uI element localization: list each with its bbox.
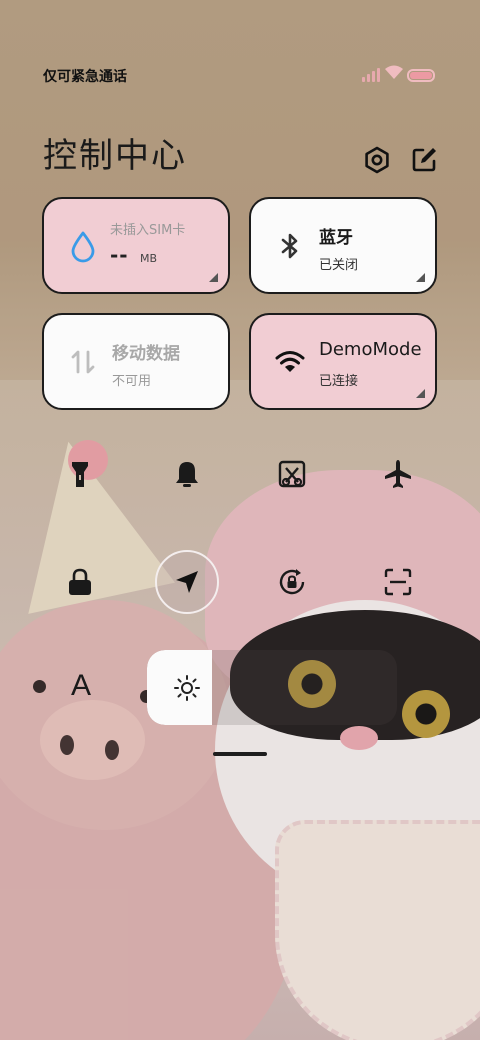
bluetooth-icon	[281, 233, 298, 259]
cellular-signal-icon	[362, 66, 380, 82]
flashlight-toggle[interactable]	[48, 442, 112, 506]
expand-corner-icon	[416, 273, 425, 282]
data-usage-tile[interactable]: 未插入SIM卡 -- MB	[42, 197, 230, 294]
data-usage-value: --	[110, 243, 129, 267]
lock-icon	[69, 568, 91, 595]
data-usage-unit: MB	[140, 252, 158, 265]
rotation-lock-toggle[interactable]	[260, 550, 324, 614]
scissors-icon	[278, 460, 306, 488]
settings-icon[interactable]	[362, 145, 392, 175]
auto-brightness-button[interactable]: A	[56, 656, 106, 716]
location-arrow-icon	[176, 571, 198, 593]
silent-toggle[interactable]	[155, 442, 219, 506]
bluetooth-tile[interactable]: 蓝牙 已关闭	[249, 197, 437, 294]
page-title: 控制中心	[43, 136, 187, 176]
lock-screen-toggle[interactable]	[48, 550, 112, 614]
flashlight-icon	[72, 462, 88, 487]
status-bar: 仅可紧急通话	[0, 0, 480, 110]
mobile-data-status: 不可用	[112, 374, 152, 389]
sun-icon	[174, 675, 200, 701]
scanner-toggle[interactable]	[366, 550, 430, 614]
expand-corner-icon	[209, 273, 218, 282]
bluetooth-status: 已关闭	[319, 258, 359, 273]
wifi-status-icon	[385, 65, 403, 79]
bell-icon	[176, 462, 198, 487]
battery-icon	[407, 69, 435, 82]
airplane-icon	[385, 460, 411, 488]
bluetooth-label: 蓝牙	[319, 228, 353, 248]
wifi-icon	[275, 351, 305, 372]
home-indicator[interactable]	[213, 752, 267, 756]
wifi-network-name: DemoMode	[319, 339, 422, 360]
expand-corner-icon	[416, 389, 425, 398]
wifi-tile[interactable]: DemoMode 已连接	[249, 313, 437, 410]
mobile-data-label: 移动数据	[112, 344, 180, 364]
scan-icon	[384, 568, 412, 596]
airplane-mode-toggle[interactable]	[366, 442, 430, 506]
carrier-status: 仅可紧急通话	[43, 69, 127, 85]
edit-icon[interactable]	[409, 145, 439, 175]
data-transfer-icon	[71, 350, 95, 374]
location-toggle[interactable]	[155, 550, 219, 614]
sim-status-label: 未插入SIM卡	[110, 223, 186, 238]
screenshot-toggle[interactable]	[260, 442, 324, 506]
rotation-lock-icon	[279, 569, 305, 595]
wifi-status: 已连接	[319, 374, 359, 389]
brightness-slider[interactable]	[147, 650, 397, 725]
mobile-data-tile[interactable]: 移动数据 不可用	[42, 313, 230, 410]
water-drop-icon	[71, 231, 95, 263]
auto-brightness-label: A	[70, 669, 91, 702]
